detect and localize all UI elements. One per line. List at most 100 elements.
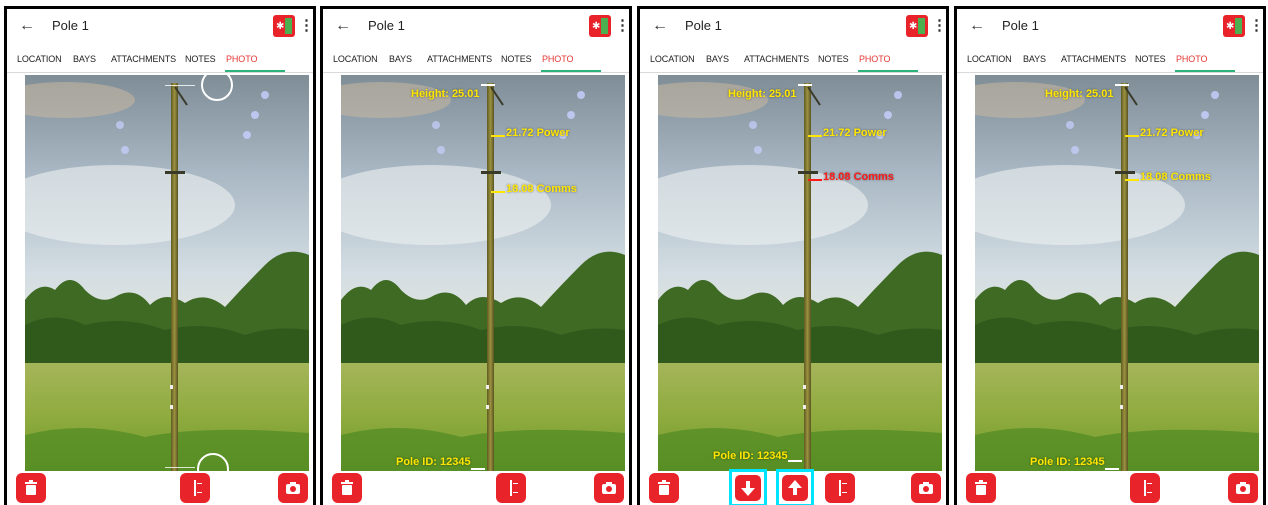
camera-button[interactable]	[278, 473, 308, 503]
tab-bays[interactable]: BAYS	[73, 54, 96, 64]
tab-attachments[interactable]: ATTACHMENTS	[1061, 54, 1126, 64]
height-label: Height: 25.01	[1045, 88, 1114, 100]
pole-photo-image	[975, 75, 1259, 471]
delete-button[interactable]	[332, 473, 362, 503]
more-vert-icon[interactable]: ⋮	[932, 17, 946, 35]
comms-marker[interactable]	[491, 191, 505, 193]
power-marker[interactable]	[491, 135, 505, 137]
tab-notes[interactable]: NOTES	[1135, 54, 1166, 64]
comms-label-selected: 18.08 Comms	[823, 171, 894, 183]
pole-photo[interactable]: Height: 25.01 21.72 Power 18.08 Comms Po…	[658, 75, 942, 471]
measure-button[interactable]	[1130, 473, 1160, 503]
tab-photo[interactable]: PHOTO	[542, 54, 573, 64]
tab-attachments[interactable]: ATTACHMENTS	[111, 54, 176, 64]
pole-id-label: Pole ID: 12345	[713, 450, 788, 462]
arrow-left-icon[interactable]: ←	[17, 16, 37, 36]
move-up-fab[interactable]	[782, 475, 808, 501]
svg-text:✱: ✱	[909, 21, 917, 32]
comms-marker[interactable]	[1125, 179, 1139, 181]
app-screen-1: ← Pole 1 ✱ ⋮ LOCATION BAYS ATTACHMENTS N…	[4, 6, 316, 505]
height-label: Height: 25.01	[411, 88, 480, 100]
delete-button[interactable]	[649, 473, 679, 503]
tab-location[interactable]: LOCATION	[967, 54, 1012, 64]
pole-photo[interactable]: Height: 25.01 21.72 Power 18.08 Comms Po…	[975, 75, 1259, 471]
tab-photo[interactable]: PHOTO	[226, 54, 257, 64]
trash-icon	[25, 480, 37, 495]
delete-button[interactable]	[16, 473, 46, 503]
power-label: 21.72 Power	[506, 127, 570, 139]
height-marker[interactable]	[481, 84, 495, 86]
camera-button[interactable]	[911, 473, 941, 503]
tab-indicator	[541, 70, 601, 72]
pole-measure-icon	[1144, 480, 1152, 496]
tab-bays[interactable]: BAYS	[1023, 54, 1046, 64]
arrow-left-icon[interactable]: ←	[967, 16, 987, 36]
app-bar: ← Pole 1 ✱ ⋮	[640, 9, 946, 43]
comms-marker-selected[interactable]	[808, 179, 822, 181]
tab-photo[interactable]: PHOTO	[1176, 54, 1207, 64]
delete-button[interactable]	[966, 473, 996, 503]
more-vert-icon[interactable]: ⋮	[615, 17, 629, 35]
tab-location[interactable]: LOCATION	[333, 54, 378, 64]
tab-bar: LOCATION BAYS ATTACHMENTS NOTES PHOTO	[323, 43, 629, 73]
pole-photo[interactable]	[25, 75, 309, 471]
measure-button[interactable]	[180, 473, 210, 503]
app-bar: ← Pole 1 ✱ ⋮	[957, 9, 1263, 43]
page-title: Pole 1	[52, 18, 89, 33]
tab-location[interactable]: LOCATION	[650, 54, 695, 64]
camera-button[interactable]	[1228, 473, 1258, 503]
move-up-button[interactable]	[776, 469, 814, 505]
tab-notes[interactable]: NOTES	[185, 54, 216, 64]
height-label: Height: 25.01	[728, 88, 797, 100]
tab-location[interactable]: LOCATION	[17, 54, 62, 64]
height-marker[interactable]	[1115, 84, 1129, 86]
pole-app-icon[interactable]: ✱	[273, 15, 295, 37]
comms-label: 18.08 Comms	[506, 183, 577, 195]
tab-bays[interactable]: BAYS	[706, 54, 729, 64]
pole-measure-icon	[194, 480, 202, 496]
svg-text:✱: ✱	[1226, 21, 1234, 32]
power-marker[interactable]	[808, 135, 822, 137]
tab-attachments[interactable]: ATTACHMENTS	[744, 54, 809, 64]
power-marker[interactable]	[1125, 135, 1139, 137]
camera-icon	[286, 482, 300, 494]
tab-bar: LOCATION BAYS ATTACHMENTS NOTES PHOTO	[640, 43, 946, 73]
tab-indicator	[858, 70, 918, 72]
height-marker[interactable]	[798, 84, 812, 86]
pole-app-icon[interactable]: ✱	[1223, 15, 1245, 37]
trash-icon	[975, 480, 987, 495]
arrow-up-icon	[788, 480, 802, 495]
pole-app-icon[interactable]: ✱	[906, 15, 928, 37]
move-down-button[interactable]	[729, 469, 767, 505]
tab-attachments[interactable]: ATTACHMENTS	[427, 54, 492, 64]
tab-notes[interactable]: NOTES	[501, 54, 532, 64]
tab-photo[interactable]: PHOTO	[859, 54, 890, 64]
measure-button[interactable]	[496, 473, 526, 503]
app-screen-4: ← Pole 1 ✱ ⋮ LOCATION BAYS ATTACHMENTS N…	[954, 6, 1266, 505]
move-down-fab[interactable]	[735, 475, 761, 501]
bottom-toolbar	[7, 471, 313, 505]
pole-id-marker[interactable]	[788, 460, 802, 462]
pole-id-marker[interactable]	[471, 468, 485, 470]
arrow-left-icon[interactable]: ←	[333, 16, 353, 36]
more-vert-icon[interactable]: ⋮	[299, 17, 313, 35]
pole-app-icon[interactable]: ✱	[589, 15, 611, 37]
power-label: 21.72 Power	[823, 127, 887, 139]
bottom-toolbar	[323, 471, 629, 505]
bottom-toolbar	[640, 469, 946, 505]
measure-button[interactable]	[825, 473, 855, 503]
pole-id-marker[interactable]	[1105, 468, 1119, 470]
tab-notes[interactable]: NOTES	[818, 54, 849, 64]
bottom-toolbar	[957, 471, 1263, 505]
trash-icon	[341, 480, 353, 495]
more-vert-icon[interactable]: ⋮	[1249, 17, 1263, 35]
pole-photo[interactable]: Height: 25.01 21.72 Power 18.08 Comms Po…	[341, 75, 625, 471]
arrow-left-icon[interactable]: ←	[650, 16, 670, 36]
tab-bays[interactable]: BAYS	[389, 54, 412, 64]
camera-button[interactable]	[594, 473, 624, 503]
top-crosshair	[165, 85, 195, 86]
pole-id-label: Pole ID: 12345	[396, 456, 471, 468]
page-title: Pole 1	[368, 18, 405, 33]
svg-text:✱: ✱	[276, 21, 284, 32]
pole-photo-image	[658, 75, 942, 471]
